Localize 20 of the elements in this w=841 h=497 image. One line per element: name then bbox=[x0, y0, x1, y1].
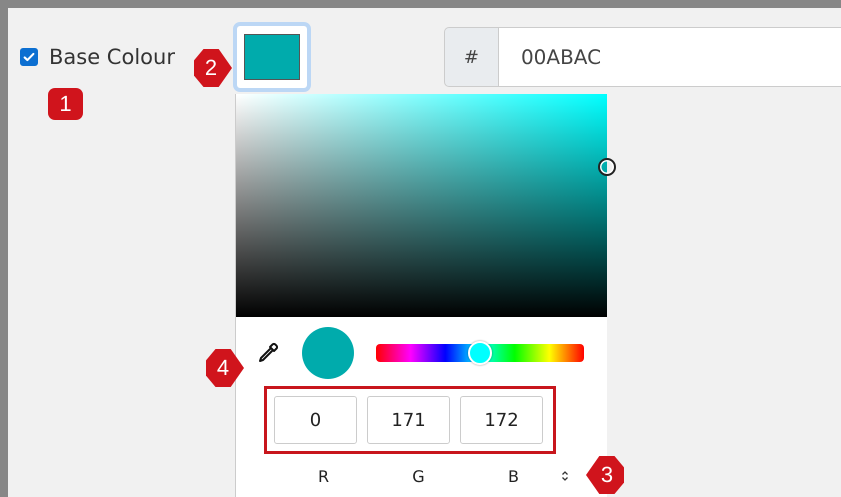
annotation-badge: 2 bbox=[194, 49, 232, 87]
channel-label: B bbox=[507, 466, 520, 486]
channel-input-field[interactable]: 0 bbox=[274, 396, 357, 444]
annotation-badge: 1 bbox=[48, 88, 83, 120]
picker-cursor[interactable] bbox=[598, 158, 616, 176]
colour-swatch-button[interactable] bbox=[232, 22, 311, 92]
up-down-icon[interactable] bbox=[561, 470, 569, 482]
checkbox-label: Base Colour bbox=[49, 45, 175, 69]
channel-input-field[interactable]: 172 bbox=[460, 396, 543, 444]
channel-label: R bbox=[316, 466, 330, 486]
colour-preview-circle bbox=[302, 327, 354, 379]
channel-input-field[interactable]: 171 bbox=[367, 396, 450, 444]
eyedropper-icon[interactable] bbox=[256, 341, 280, 365]
hue-slider[interactable] bbox=[376, 344, 584, 362]
hue-slider-thumb[interactable] bbox=[468, 341, 492, 365]
channel-label: G bbox=[411, 466, 426, 486]
check-icon bbox=[22, 50, 36, 64]
hex-input-field[interactable]: 00ABAC bbox=[498, 27, 841, 87]
hash-prefix: # bbox=[444, 27, 499, 87]
checkbox[interactable] bbox=[20, 48, 38, 66]
